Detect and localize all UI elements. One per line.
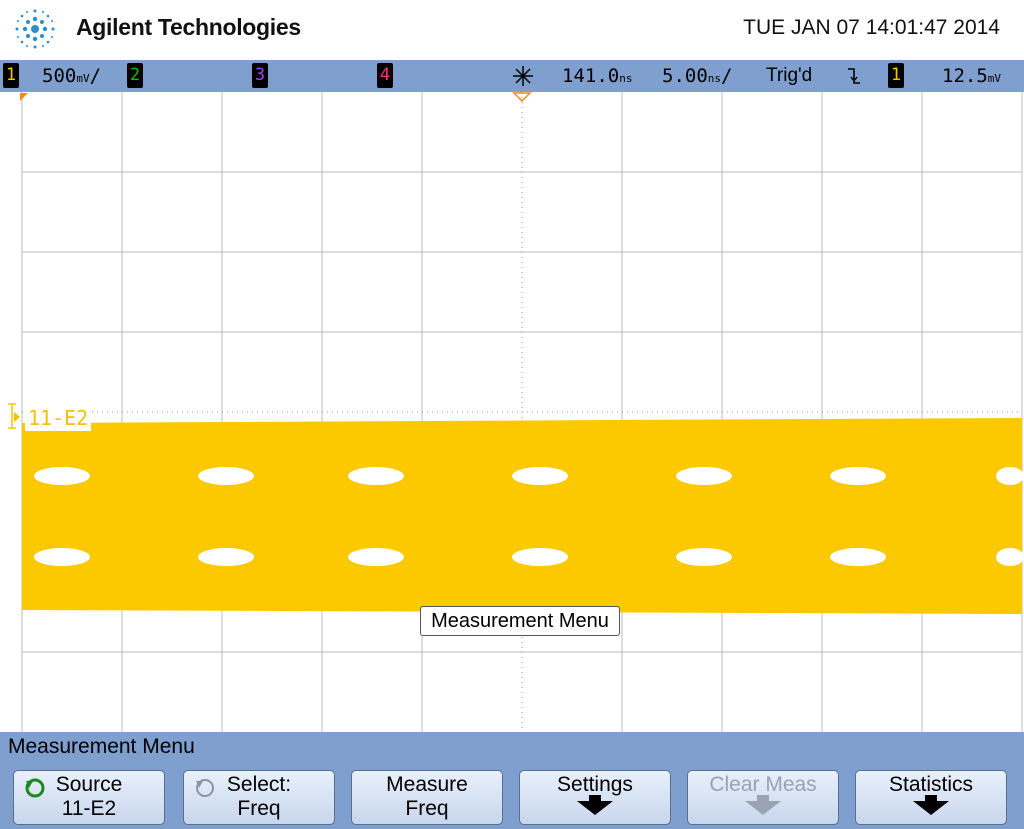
softkey-menu: Measurement Menu Source 11-E2 Select: Fr… [0, 732, 1024, 829]
select-softkey[interactable]: Select: Freq [183, 770, 335, 825]
submenu-arrow-icon [745, 801, 781, 815]
trigger-level-value: 12.5 [942, 65, 988, 87]
ch2-indicator[interactable]: 2 [127, 63, 143, 88]
eye-diagram-trace [22, 418, 1024, 614]
time-delay[interactable]: 141.0ns [562, 64, 632, 91]
ch1-indicator[interactable]: 1 [3, 63, 19, 88]
clear-meas-softkey[interactable]: Clear Meas [687, 770, 839, 825]
select-label: Select: [226, 773, 292, 796]
brand-name: Agilent Technologies [76, 14, 301, 40]
per-div-slash: / [89, 65, 102, 87]
submenu-arrow-icon [913, 801, 949, 815]
ch1-scale-value: 500 [42, 65, 77, 87]
measure-label: Measure [386, 773, 468, 796]
menu-title: Measurement Menu [8, 735, 195, 758]
delay-icon [513, 66, 533, 86]
source-softkey[interactable]: Source 11-E2 [13, 770, 165, 825]
agilent-spark-logo-icon [15, 9, 55, 49]
submenu-arrow-icon [577, 801, 613, 815]
settings-softkey[interactable]: Settings [519, 770, 671, 825]
trigger-source-indicator[interactable]: 1 [888, 63, 904, 88]
source-label: Source [55, 773, 123, 796]
ground-marker-icon [20, 93, 28, 101]
datetime: TUE JAN 07 14:01:47 2014 [743, 16, 1000, 39]
menu-tag: Measurement Menu [420, 606, 620, 636]
trigger-status: Trig'd [766, 65, 813, 86]
ch3-indicator[interactable]: 3 [252, 63, 268, 88]
time-delay-unit: ns [619, 72, 633, 85]
status-bar: 1 500mV/ 2 3 4 141.0ns 5.00ns/ Trig'd 1 … [0, 60, 1024, 92]
ch1-ground-marker-icon[interactable] [6, 402, 20, 432]
ch1-scale-unit: mV [76, 72, 90, 85]
measure-softkey[interactable]: Measure Freq [351, 770, 503, 825]
time-delay-value: 141.0 [562, 65, 620, 87]
falling-edge-icon [848, 68, 860, 84]
header: Agilent Technologies TUE JAN 07 14:01:47… [0, 0, 1024, 60]
channel-label: 11-E2 [25, 405, 92, 431]
ch1-scale[interactable]: 500mV/ [42, 64, 101, 91]
select-value: Freq [237, 797, 281, 820]
per-div-slash: / [721, 65, 733, 87]
ch4-indicator[interactable]: 4 [377, 63, 393, 88]
source-value: 11-E2 [61, 797, 117, 820]
graticule [20, 92, 1024, 732]
trigger-level-unit: mV [987, 72, 1002, 85]
statistics-softkey[interactable]: Statistics [855, 770, 1007, 825]
time-scale-value: 5.00 [662, 65, 708, 87]
measure-value: Freq [405, 797, 449, 820]
waveform-display[interactable] [0, 92, 1024, 732]
time-scale[interactable]: 5.00ns/ [662, 64, 732, 91]
time-scale-unit: ns [707, 72, 722, 85]
trigger-level[interactable]: 12.5mV [942, 64, 1001, 91]
